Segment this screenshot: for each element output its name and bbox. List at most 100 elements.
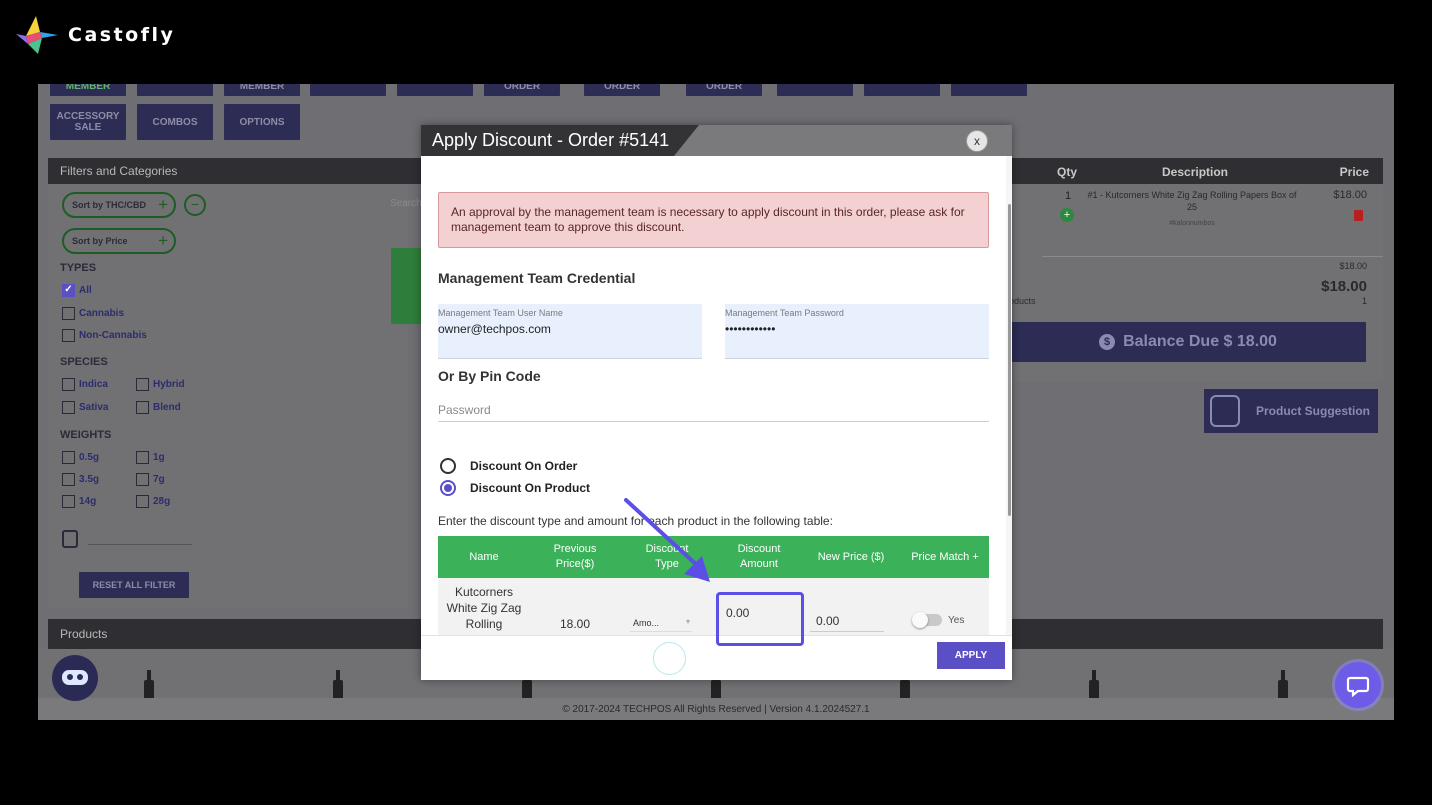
type-cannabis-checkbox[interactable]: Cannabis xyxy=(62,307,124,320)
discount-on-product-radio[interactable]: Discount On Product xyxy=(440,480,590,496)
type-non-cannabis-checkbox[interactable]: Non-Cannabis xyxy=(62,329,147,342)
robot-mascot-icon xyxy=(1210,395,1240,427)
type-all-checkbox[interactable]: ✓ All xyxy=(62,284,92,297)
weight-3-5g-checkbox[interactable]: 3.5g xyxy=(62,473,99,486)
product-bottle-icon[interactable] xyxy=(331,670,345,700)
species-sativa-label: Sativa xyxy=(79,402,109,413)
password-input[interactable] xyxy=(725,322,989,336)
weight-slider-track[interactable] xyxy=(88,544,192,545)
toolbar-button-11[interactable] xyxy=(951,84,1027,96)
check-icon: ✓ xyxy=(62,284,75,297)
cart-header: Qty Description Price xyxy=(1000,158,1383,184)
discount-on-order-radio[interactable]: Discount On Order xyxy=(440,458,577,474)
toolbar-button-order-7[interactable]: ORDER xyxy=(584,84,660,96)
toolbar-button-2[interactable] xyxy=(137,84,213,96)
toolbar-button-5[interactable] xyxy=(397,84,473,96)
castofly-brand: Castofly xyxy=(14,14,175,56)
chat-bubble-icon xyxy=(1346,676,1370,697)
discount-on-product-label: Discount On Product xyxy=(470,481,590,495)
annotation-highlight-box xyxy=(716,592,804,646)
password-field[interactable]: Management Team Password xyxy=(725,304,989,359)
product-bottle-icon[interactable] xyxy=(142,670,156,700)
loading-spinner-icon xyxy=(653,642,686,675)
checkbox-box xyxy=(136,473,149,486)
toolbar-button-4[interactable] xyxy=(310,84,386,96)
discount-on-order-label: Discount On Order xyxy=(470,459,578,473)
species-indica-checkbox[interactable]: Indica xyxy=(62,378,108,391)
modal-scrollbar[interactable] xyxy=(1006,156,1012,635)
modal-title: Apply Discount - Order #5141 xyxy=(421,125,699,156)
minus-circle-icon[interactable]: − xyxy=(184,194,206,216)
species-blend-checkbox[interactable]: Blend xyxy=(136,401,181,414)
product-suggestion-label: Product Suggestion xyxy=(1256,404,1370,418)
reset-all-filter-button[interactable]: RESET ALL FILTER xyxy=(79,572,189,598)
pin-input[interactable] xyxy=(438,403,989,417)
discount-type-select[interactable]: Amo... ▾ xyxy=(630,614,692,632)
search-box[interactable]: Search xyxy=(390,198,422,216)
close-button[interactable]: x xyxy=(966,130,988,152)
options-button[interactable]: OPTIONS xyxy=(224,104,300,140)
row-product-name: Kutcorners White Zig Zag Rolling xyxy=(446,585,522,631)
weight-28g-checkbox[interactable]: 28g xyxy=(136,495,170,508)
trash-icon[interactable] xyxy=(1354,210,1363,221)
weight-14g-checkbox[interactable]: 14g xyxy=(62,495,96,508)
weight-7g-checkbox[interactable]: 7g xyxy=(136,473,165,486)
checkbox-box xyxy=(136,401,149,414)
toolbar-button-member-3[interactable]: MEMBER xyxy=(224,84,300,96)
balance-due-label: Balance Due $ 18.00 xyxy=(1123,333,1277,350)
robot-icon xyxy=(62,670,88,685)
col-previous-price: Previous Price($) xyxy=(553,543,597,570)
checkbox-box xyxy=(62,495,75,508)
product-suggestion-button[interactable]: Product Suggestion xyxy=(1204,389,1378,433)
combos-button[interactable]: COMBOS xyxy=(137,104,213,140)
col-price-match: Price Match + xyxy=(911,550,979,563)
checkbox-box xyxy=(62,378,75,391)
sort-thc-label: Sort by THC/CBD xyxy=(72,200,146,210)
scale-icon xyxy=(62,530,78,548)
radio-circle-selected xyxy=(440,480,456,496)
species-hybrid-checkbox[interactable]: Hybrid xyxy=(136,378,185,391)
modal-header: Apply Discount - Order #5141 x xyxy=(421,125,1012,156)
cart-subtotal: $18.00 xyxy=(1339,261,1367,271)
approval-alert: An approval by the management team is ne… xyxy=(438,192,989,248)
type-non-cannabis-label: Non-Cannabis xyxy=(79,330,147,341)
weight-label: 1g xyxy=(153,452,165,463)
balance-due-button[interactable]: $ Balance Due $ 18.00 xyxy=(1010,322,1366,362)
apply-button[interactable]: APPLY xyxy=(937,642,1005,669)
add-qty-icon[interactable]: + xyxy=(1060,208,1074,222)
scrollbar-thumb[interactable] xyxy=(1008,204,1011,516)
toolbar-button-order-8[interactable]: ORDER xyxy=(686,84,762,96)
toolbar-button-9[interactable] xyxy=(777,84,853,96)
weight-0-5g-checkbox[interactable]: 0.5g xyxy=(62,451,99,464)
row-previous-price: 18.00 xyxy=(559,617,591,631)
cart-divider xyxy=(1042,256,1383,257)
accessory-sale-button[interactable]: ACCESSORY SALE xyxy=(50,104,126,140)
price-match-label: Yes xyxy=(948,615,965,626)
species-sativa-checkbox[interactable]: Sativa xyxy=(62,401,108,414)
weight-1g-checkbox[interactable]: 1g xyxy=(136,451,165,464)
new-price-input[interactable]: 0.00 xyxy=(810,600,884,632)
sort-price-button[interactable]: Sort by Price + xyxy=(62,228,176,254)
col-new-price: New Price ($) xyxy=(817,550,885,563)
filters-header-title: Filters and Categories xyxy=(60,164,178,178)
species-blend-label: Blend xyxy=(153,402,181,413)
products-header-title: Products xyxy=(60,627,108,641)
price-match-toggle[interactable] xyxy=(912,612,942,628)
product-bottle-icon[interactable] xyxy=(1087,670,1101,700)
sort-thc-button[interactable]: Sort by THC/CBD + xyxy=(62,192,176,218)
weight-label: 28g xyxy=(153,496,171,507)
assistant-robot-button[interactable] xyxy=(52,655,98,701)
username-field[interactable]: Management Team User Name xyxy=(438,304,702,359)
username-input[interactable] xyxy=(438,322,702,336)
toolbar-button-member-1[interactable]: MEMBER xyxy=(50,84,126,96)
toolbar-button-order-6[interactable]: ORDER xyxy=(484,84,560,96)
type-cannabis-label: Cannabis xyxy=(79,308,125,319)
sort-price-label: Sort by Price xyxy=(72,236,128,246)
green-block xyxy=(391,248,421,324)
chat-button[interactable] xyxy=(1335,662,1381,708)
pin-title: Or By Pin Code xyxy=(438,368,541,384)
col-name: Name xyxy=(469,550,499,563)
product-bottle-icon[interactable] xyxy=(1276,670,1290,700)
pin-field[interactable] xyxy=(438,397,989,422)
toolbar-button-10[interactable] xyxy=(864,84,940,96)
